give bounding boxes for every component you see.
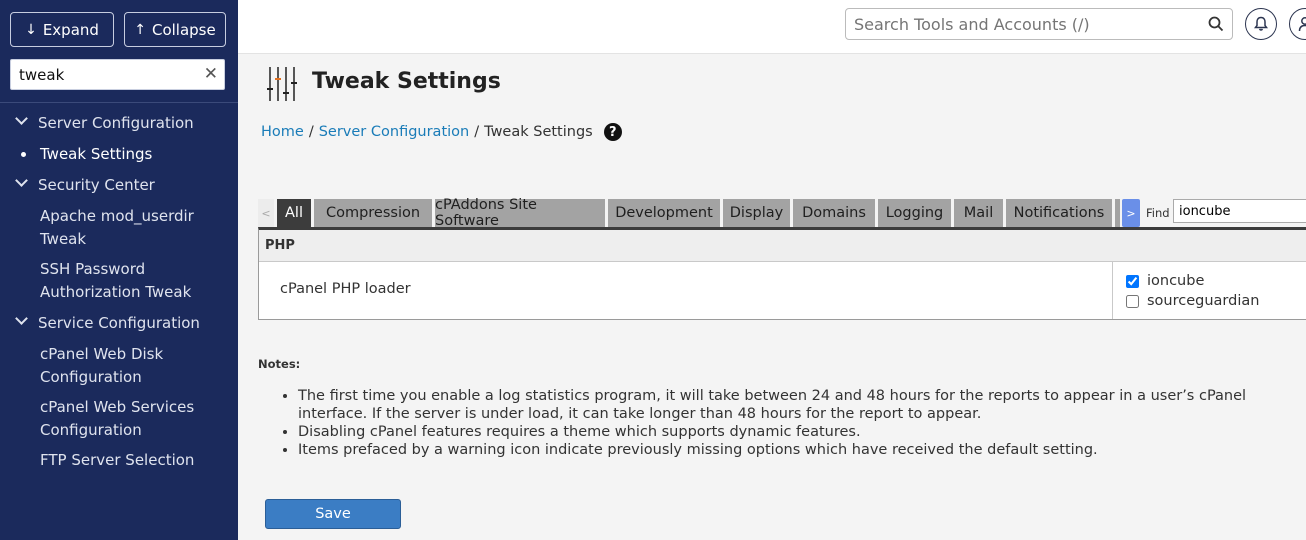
nav-item-tweak-settings[interactable]: Tweak Settings — [0, 143, 238, 166]
tweak-settings-sliders-icon — [267, 67, 297, 101]
tab-mail[interactable]: Mail — [954, 199, 1003, 227]
nav-item-label: Tweak Settings — [40, 145, 153, 163]
tab-logging[interactable]: Logging — [878, 199, 951, 227]
tab-cpaddons-site-software[interactable]: cPAddons Site Software — [435, 197, 605, 229]
notifications-button[interactable] — [1245, 8, 1277, 40]
nav-item-ftp-server-selection[interactable]: FTP Server Selection — [0, 449, 238, 472]
nav-category-label: Server Configuration — [38, 114, 194, 132]
note-item: Items prefaced by a warning icon indicat… — [298, 441, 1304, 459]
sourceguardian-checkbox[interactable] — [1126, 294, 1139, 308]
nav-category-security-center[interactable]: Security Center — [0, 173, 238, 205]
expand-label: Expand — [42, 20, 99, 39]
setting-row: cPanel PHP loader ioncube sourceguardian — [259, 262, 1306, 319]
active-bullet-icon — [21, 152, 26, 157]
chevron-down-icon — [15, 174, 28, 187]
nav-item-cpanel-web-disk-configuration[interactable]: cPanel Web Disk Configuration — [0, 343, 238, 389]
nav-item-cpanel-web-services-configuration[interactable]: cPanel Web Services Configuration — [0, 396, 238, 442]
ioncube-checkbox[interactable] — [1126, 274, 1139, 288]
sidebar-search: ✕ — [10, 59, 225, 90]
breadcrumb-home[interactable]: Home — [261, 124, 304, 140]
nav-item-label: Apache mod_userdir Tweak — [40, 207, 194, 248]
tab-domains[interactable]: Domains — [793, 199, 875, 227]
breadcrumb-server-configuration[interactable]: Server Configuration — [319, 124, 470, 140]
note-item: Disabling cPanel features requires a the… — [298, 423, 1304, 441]
sidebar: ↓ Expand ↑ Collapse ✕ Server Configurati… — [0, 0, 238, 540]
breadcrumb: Home / Server Configuration / Tweak Sett… — [261, 123, 622, 141]
chevron-down-icon — [15, 112, 28, 125]
arrow-up-icon: ↑ — [134, 21, 146, 38]
nav-item-label: SSH Password Authorization Tweak — [40, 260, 192, 301]
breadcrumb-separator: / — [308, 124, 314, 140]
nav-item-label: FTP Server Selection — [40, 451, 195, 469]
nav-category-label: Service Configuration — [38, 314, 200, 332]
note-item: The first time you enable a log statisti… — [298, 387, 1304, 423]
page-title: Tweak Settings — [312, 69, 501, 94]
tab-notifications[interactable]: Notifications — [1006, 199, 1112, 227]
main-content: Tweak Settings Home / Server Configurati… — [238, 55, 1306, 540]
sidebar-search-input[interactable] — [11, 60, 191, 89]
section-header: PHP — [259, 230, 1306, 262]
option-label: sourceguardian — [1147, 293, 1260, 309]
breadcrumb-separator: / — [474, 124, 480, 140]
tab-overflow[interactable] — [1115, 199, 1120, 227]
clear-icon[interactable]: ✕ — [204, 64, 218, 84]
nav-category-server-configuration[interactable]: Server Configuration — [0, 111, 238, 143]
sidebar-divider — [0, 102, 238, 103]
arrow-down-icon: ↓ — [25, 21, 37, 38]
option-label: ioncube — [1147, 273, 1205, 289]
find-input[interactable] — [1173, 199, 1306, 223]
tab-display[interactable]: Display — [723, 199, 790, 227]
tab-development[interactable]: Development — [608, 199, 720, 227]
notes-list: The first time you enable a log statisti… — [298, 387, 1304, 459]
search-icon[interactable] — [1208, 16, 1224, 32]
find-label: Find — [1146, 206, 1170, 220]
tabs-prev-button[interactable]: < — [258, 199, 274, 227]
nav-item-apache-mod-userdir-tweak[interactable]: Apache mod_userdir Tweak — [0, 205, 238, 251]
nav-category-label: Security Center — [38, 176, 155, 194]
nav-category-service-configuration[interactable]: Service Configuration — [0, 311, 238, 343]
option-ioncube[interactable]: ioncube — [1126, 271, 1306, 291]
expand-button[interactable]: ↓ Expand — [10, 12, 114, 47]
sidebar-nav: Server Configuration Tweak Settings Secu… — [0, 111, 238, 479]
chevron-down-icon — [15, 312, 28, 325]
user-icon — [1298, 17, 1306, 32]
top-bar — [238, 0, 1306, 54]
notes-title: Notes: — [258, 357, 301, 371]
global-search-input[interactable] — [846, 9, 1196, 39]
setting-options: ioncube sourceguardian — [1112, 262, 1306, 319]
tab-all[interactable]: All — [277, 199, 311, 227]
breadcrumb-current: Tweak Settings — [484, 124, 593, 140]
global-search — [845, 8, 1233, 40]
category-tabs: < All Compression cPAddons Site Software… — [258, 197, 1306, 229]
save-button[interactable]: Save — [265, 499, 401, 529]
tabs-next-button[interactable]: > — [1122, 199, 1140, 227]
settings-table: PHP cPanel PHP loader ioncube sourceguar… — [258, 227, 1306, 320]
bell-icon — [1254, 16, 1268, 31]
tab-compression[interactable]: Compression — [314, 199, 432, 227]
option-sourceguardian[interactable]: sourceguardian — [1126, 291, 1306, 311]
help-icon[interactable]: ? — [603, 123, 622, 141]
nav-item-ssh-password-authorization-tweak[interactable]: SSH Password Authorization Tweak — [0, 258, 238, 304]
user-menu-button[interactable] — [1289, 8, 1306, 40]
setting-label: cPanel PHP loader — [280, 281, 411, 297]
nav-item-label: cPanel Web Services Configuration — [40, 398, 195, 439]
collapse-button[interactable]: ↑ Collapse — [124, 12, 226, 47]
collapse-label: Collapse — [151, 20, 216, 39]
nav-item-label: cPanel Web Disk Configuration — [40, 345, 164, 386]
